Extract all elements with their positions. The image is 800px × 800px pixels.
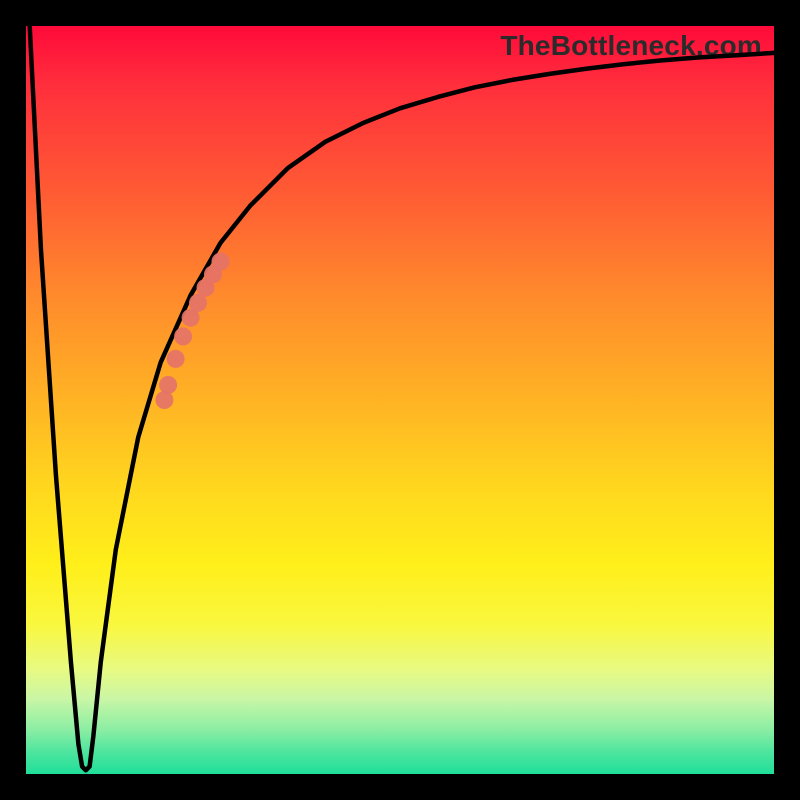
series-point bbox=[182, 309, 200, 327]
series-point bbox=[167, 350, 185, 368]
highlighted-series bbox=[155, 253, 229, 409]
series-point bbox=[155, 391, 173, 409]
chart-stage: TheBottleneck.com bbox=[0, 0, 800, 800]
chart-overlay bbox=[26, 26, 774, 774]
series-point bbox=[159, 376, 177, 394]
series-point bbox=[197, 279, 215, 297]
plot-area: TheBottleneck.com bbox=[26, 26, 774, 774]
bottleneck-curve bbox=[30, 26, 774, 770]
watermark-label: TheBottleneck.com bbox=[500, 30, 762, 62]
series-point bbox=[204, 265, 222, 283]
series-point bbox=[189, 294, 207, 312]
series-point bbox=[174, 327, 192, 345]
series-point bbox=[212, 253, 230, 271]
